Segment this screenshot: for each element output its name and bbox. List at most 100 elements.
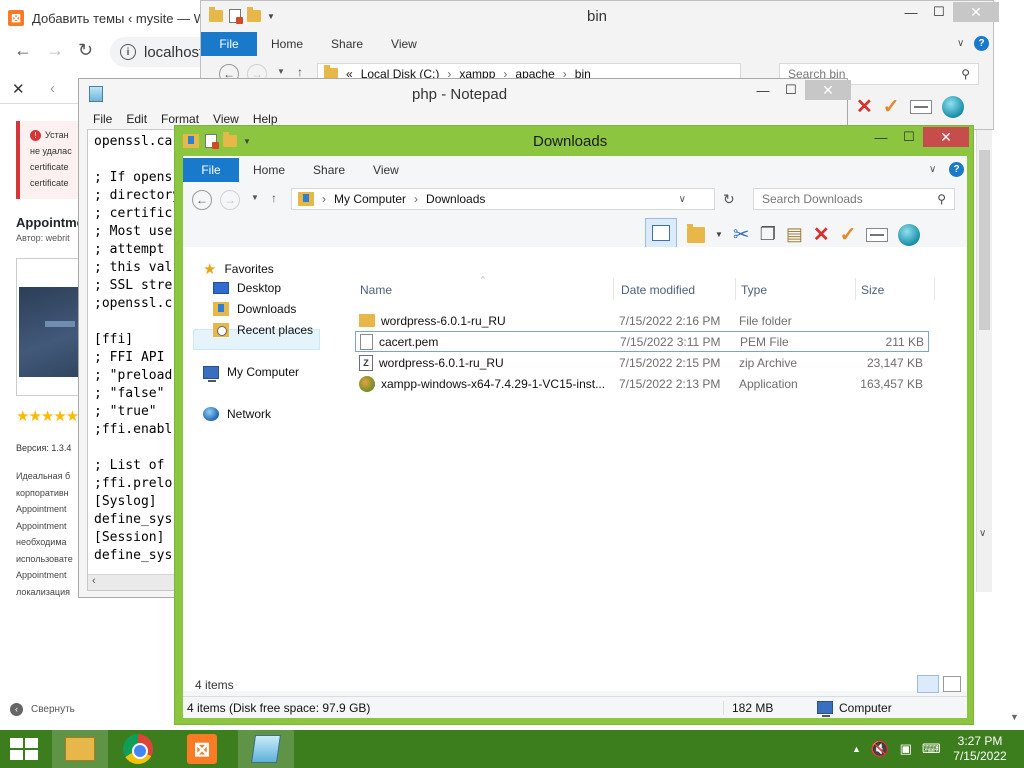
nav-desktop[interactable]: Desktop — [213, 281, 281, 295]
customize-dropdown-icon[interactable]: ▼ — [267, 12, 275, 21]
properties-folder-icon[interactable] — [687, 223, 705, 243]
recent-dropdown-icon[interactable]: ▼ — [251, 193, 259, 202]
forward-icon[interactable]: → — [46, 40, 64, 61]
details-view-button[interactable] — [917, 675, 939, 693]
theme-screenshot[interactable] — [16, 258, 80, 396]
show-hidden-icons-icon[interactable]: ▲ — [852, 744, 861, 754]
nav-favorites[interactable]: ★ Favorites — [203, 260, 274, 278]
tab-share[interactable]: Share — [317, 32, 377, 56]
collapse-button[interactable]: ‹ Свернуть — [10, 703, 75, 716]
tab-home[interactable]: Home — [257, 32, 317, 56]
preview-pane-button[interactable] — [645, 218, 677, 248]
column-header-name[interactable]: Name — [360, 283, 392, 297]
minimize-button[interactable]: — — [749, 80, 777, 100]
rename-icon[interactable] — [866, 227, 889, 242]
help-icon[interactable]: ? — [949, 162, 964, 177]
new-folder-icon[interactable] — [223, 132, 237, 147]
taskbar-chrome[interactable] — [110, 730, 166, 768]
refresh-icon[interactable]: ↻ — [723, 191, 735, 208]
browser-tab[interactable]: ⊠ Добавить темы ‹ mysite — W — [8, 4, 208, 32]
customize-dropdown-icon[interactable]: ▼ — [243, 137, 251, 146]
search-input[interactable]: Search Downloads ⚲ — [753, 188, 955, 210]
tab-view[interactable]: View — [359, 158, 413, 182]
toolbar-dropdown-icon[interactable]: ▼ — [715, 230, 723, 239]
start-button[interactable] — [10, 738, 38, 760]
menu-help[interactable]: Help — [253, 112, 278, 126]
network-status-icon[interactable]: ▣ — [900, 741, 912, 757]
scroll-down-icon[interactable]: ∨ — [979, 528, 986, 539]
back-icon[interactable]: ← — [192, 190, 212, 210]
new-folder-icon[interactable] — [247, 7, 261, 22]
large-icons-view-button[interactable] — [943, 676, 961, 692]
scroll-down-icon[interactable]: ▼ — [1010, 712, 1019, 722]
tab-file[interactable]: File — [183, 158, 239, 182]
maximize-button[interactable]: ☐ — [925, 2, 953, 22]
ribbon-expand-icon[interactable]: ∨ — [929, 164, 936, 175]
clock[interactable]: 3:27 PM 7/15/2022 — [950, 734, 1010, 764]
file-row[interactable]: wordpress-6.0.1-ru_RU 7/15/2022 2:16 PM … — [355, 310, 929, 331]
help-icon[interactable]: ? — [974, 36, 989, 51]
maximize-button[interactable]: ☐ — [777, 80, 805, 100]
maximize-button[interactable]: ☐ — [895, 127, 923, 147]
column-header-type[interactable]: Type — [741, 283, 767, 297]
up-icon[interactable]: ↑ — [271, 191, 277, 205]
column-header-size[interactable]: Size — [861, 283, 884, 297]
nav-downloads[interactable]: Downloads — [213, 302, 296, 316]
recent-dropdown-icon[interactable]: ▼ — [277, 67, 285, 76]
network-globe-icon[interactable] — [941, 95, 964, 118]
rename-icon[interactable] — [909, 99, 932, 114]
nav-recent-places[interactable]: Recent places — [213, 323, 313, 337]
file-row-selected[interactable]: cacert.pem 7/15/2022 3:11 PM PEM File 21… — [355, 331, 929, 352]
back-icon[interactable]: ← — [14, 40, 32, 61]
close-button[interactable]: ✕ — [953, 2, 999, 22]
file-row[interactable]: Zwordpress-6.0.1-ru_RU 7/15/2022 2:15 PM… — [355, 352, 929, 373]
chevron-left-icon[interactable]: ‹ — [50, 80, 55, 97]
scrollbar-thumb[interactable] — [979, 150, 990, 330]
menu-view[interactable]: View — [213, 112, 239, 126]
vertical-scrollbar[interactable]: ∨ — [976, 130, 992, 592]
network-globe-icon[interactable] — [898, 223, 921, 246]
close-button[interactable]: ✕ — [923, 127, 969, 147]
forward-icon[interactable]: → — [220, 190, 240, 210]
menu-edit[interactable]: Edit — [126, 112, 147, 126]
tab-home[interactable]: Home — [239, 158, 299, 182]
address-dropdown-icon[interactable]: ∨ — [679, 194, 686, 205]
search-icon[interactable]: ⚲ — [961, 67, 970, 81]
breadcrumb-item[interactable]: My Computer — [334, 192, 406, 206]
language-icon[interactable]: ⌨ — [922, 741, 941, 757]
minimize-button[interactable]: — — [867, 127, 895, 147]
menu-format[interactable]: Format — [161, 112, 199, 126]
site-info-icon[interactable]: i — [120, 44, 136, 60]
delete-icon[interactable]: ✕ — [813, 222, 830, 247]
file-row[interactable]: xampp-windows-x64-7.4.29-1-VC15-inst... … — [355, 373, 929, 394]
taskbar-notepad[interactable] — [238, 730, 294, 768]
breadcrumb-item[interactable]: Downloads — [426, 192, 485, 206]
properties-icon[interactable] — [205, 134, 219, 149]
scroll-left-icon[interactable]: ‹ — [92, 575, 96, 587]
minimize-button[interactable]: — — [897, 2, 925, 22]
tab-share[interactable]: Share — [299, 158, 359, 182]
browser-scrollbar[interactable]: ▼ — [1006, 100, 1024, 730]
up-icon[interactable]: ↑ — [297, 65, 303, 79]
address-bar[interactable]: › My Computer › Downloads ∨ — [291, 188, 715, 210]
paste-icon[interactable]: ▤ — [786, 224, 803, 245]
tab-view[interactable]: View — [377, 32, 431, 56]
tab-file[interactable]: File — [201, 32, 257, 56]
select-icon[interactable]: ✓ — [883, 94, 900, 119]
column-header-date[interactable]: Date modified — [621, 283, 695, 297]
reload-icon[interactable]: ↻ — [78, 40, 93, 61]
close-button[interactable]: ✕ — [805, 80, 851, 100]
delete-icon[interactable]: ✕ — [856, 94, 873, 119]
menu-file[interactable]: File — [93, 112, 112, 126]
taskbar-explorer[interactable] — [52, 730, 108, 768]
nav-network[interactable]: Network — [203, 407, 271, 421]
ribbon-expand-icon[interactable]: ∨ — [957, 38, 964, 49]
cut-icon[interactable]: ✂ — [733, 222, 750, 247]
taskbar-xampp[interactable]: ⊠ — [174, 730, 230, 768]
close-icon[interactable]: ✕ — [12, 80, 25, 98]
volume-muted-icon[interactable]: 🔇 — [871, 740, 890, 758]
search-icon[interactable]: ⚲ — [937, 192, 946, 206]
nav-my-computer[interactable]: My Computer — [203, 365, 299, 382]
select-icon[interactable]: ✓ — [840, 222, 857, 247]
properties-icon[interactable] — [229, 9, 243, 24]
